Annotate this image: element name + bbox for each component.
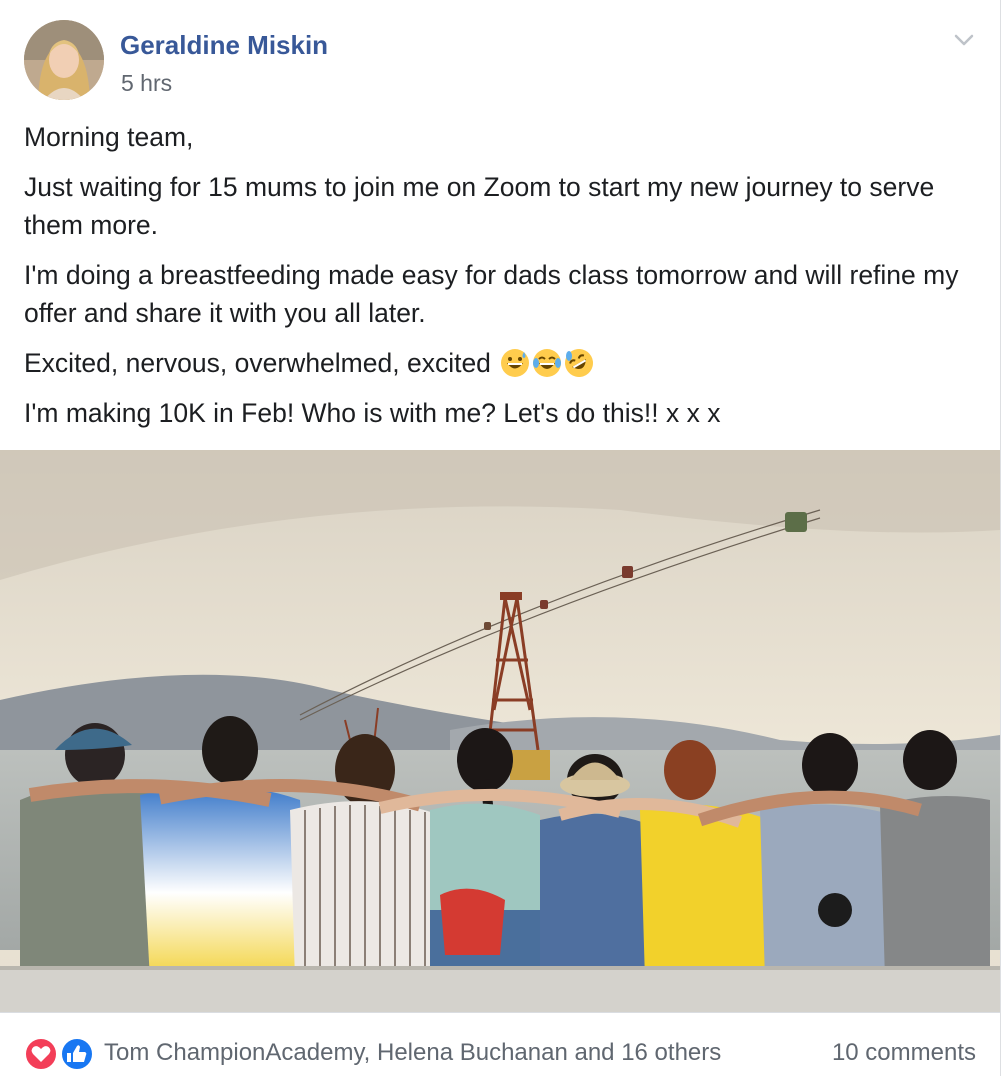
grinning-sweat-emoji-icon [500, 348, 530, 378]
post-text: Morning team, Just waiting for 15 mums t… [24, 118, 974, 444]
reactors-link[interactable]: Tom ChampionAcademy, Helena Buchanan and… [104, 1039, 721, 1067]
reaction-icons[interactable] [24, 1037, 98, 1071]
post-header: Geraldine Miskin 5 hrs [24, 20, 984, 100]
comments-link[interactable]: 10 comments [832, 1039, 976, 1067]
like-reaction-icon [60, 1037, 94, 1071]
post-paragraph: Excited, nervous, overwhelmed, excited [24, 348, 491, 378]
post-photo-image [0, 450, 1000, 1012]
post-photo[interactable] [0, 450, 1000, 1012]
chevron-down-icon[interactable] [950, 26, 978, 54]
avatar-image [24, 20, 104, 100]
post-footer: Tom ChampionAcademy, Helena Buchanan and… [0, 1012, 1000, 1077]
post-paragraph: I'm doing a breastfeeding made easy for … [24, 260, 959, 328]
post-paragraph: Morning team, [24, 122, 194, 152]
post-paragraph: I'm making 10K in Feb! Who is with me? L… [24, 398, 721, 428]
author-name[interactable]: Geraldine Miskin [120, 30, 328, 61]
post-paragraph-emoji: Excited, nervous, overwhelmed, excited [24, 344, 974, 382]
avatar[interactable] [24, 20, 104, 100]
love-reaction-icon [24, 1037, 58, 1071]
post-paragraph: Just waiting for 15 mums to join me on Z… [24, 172, 935, 240]
post-card: Geraldine Miskin 5 hrs Morning team, Jus… [0, 0, 1001, 1076]
rofl-emoji-icon [564, 348, 594, 378]
post-timestamp[interactable]: 5 hrs [121, 70, 172, 97]
tears-of-joy-emoji-icon [532, 348, 562, 378]
